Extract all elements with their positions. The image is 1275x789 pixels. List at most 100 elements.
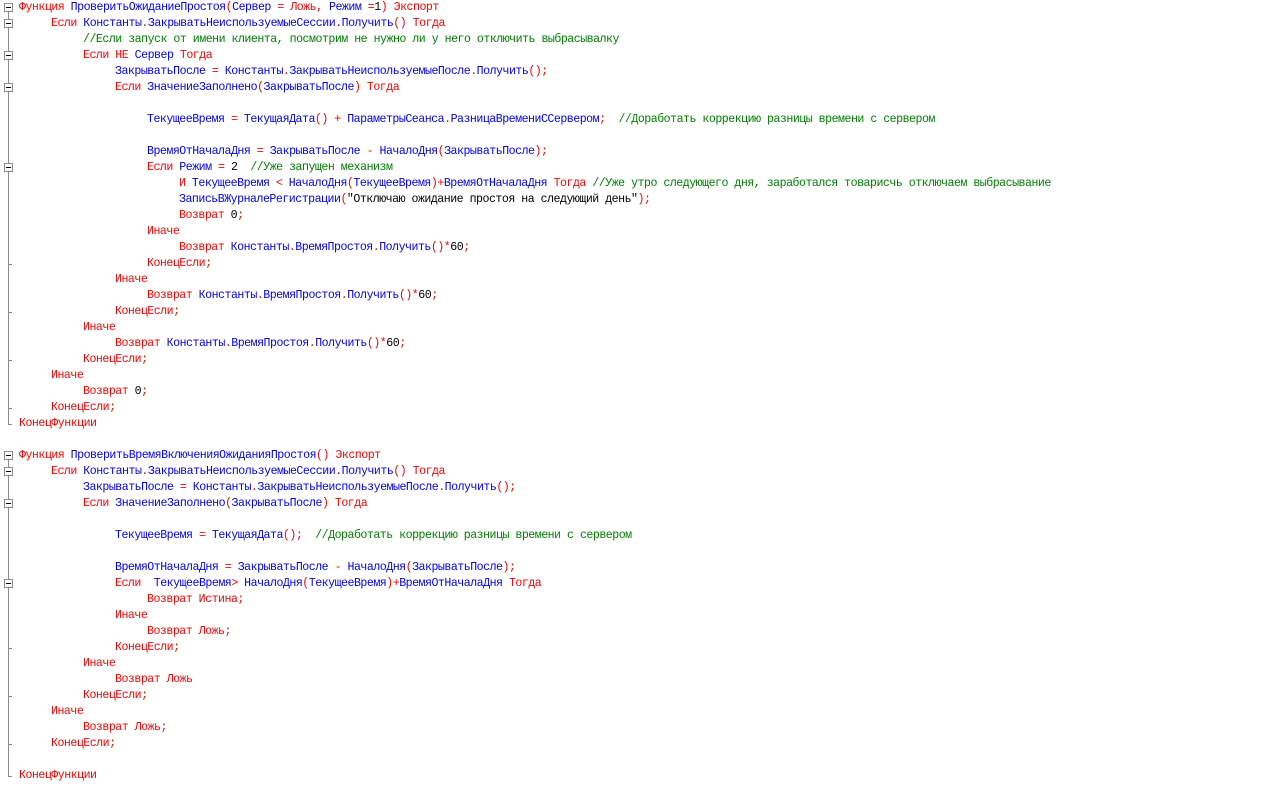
code-line[interactable]: Иначе: [0, 368, 1275, 384]
code-line[interactable]: Возврат Ложь;: [0, 624, 1275, 640]
code-line[interactable]: ТекущееВремя = ТекущаяДата() + Параметры…: [0, 112, 1275, 128]
code-line[interactable]: КонецЕсли;: [0, 256, 1275, 272]
code-token: Тогда: [406, 17, 446, 30]
code-token: Иначе: [83, 657, 116, 670]
code-line[interactable]: Возврат Истина;: [0, 592, 1275, 608]
code-line[interactable]: КонецЕсли;: [0, 304, 1275, 320]
fold-gutter: [0, 544, 18, 560]
fold-gutter: [0, 688, 18, 704]
code-line[interactable]: КонецФункции: [0, 768, 1275, 784]
collapse-icon[interactable]: [4, 499, 13, 508]
code-editor[interactable]: Функция ПроверитьОжиданиеПростоя(Сервер …: [0, 0, 1275, 789]
collapse-icon[interactable]: [4, 467, 13, 476]
code-line[interactable]: Функция ПроверитьОжиданиеПростоя(Сервер …: [0, 0, 1275, 16]
fold-gutter: [0, 144, 18, 160]
code-line[interactable]: Функция ПроверитьВремяВключенияОжиданияП…: [0, 448, 1275, 464]
code-line[interactable]: ВремяОтНачалаДня = ЗакрыватьПосле - Нача…: [0, 560, 1275, 576]
code-token: ТекущаяДата: [205, 529, 284, 542]
code-text: ТекущееВремя = ТекущаяДата() + Параметры…: [147, 112, 935, 128]
code-line[interactable]: Иначе: [0, 272, 1275, 288]
code-token: ЗакрыватьПосле: [263, 145, 367, 158]
code-line[interactable]: Если НЕ Сервер Тогда: [0, 48, 1275, 64]
code-token: КонецЕсли;: [51, 737, 116, 750]
code-line[interactable]: Если ЗначениеЗаполнено(ЗакрыватьПосле) Т…: [0, 80, 1275, 96]
code-line[interactable]: КонецФункции: [0, 416, 1275, 432]
collapse-icon[interactable]: [4, 19, 13, 28]
code-token: ;: [237, 209, 244, 222]
collapse-icon[interactable]: [4, 579, 13, 588]
fold-guide-line: [8, 176, 9, 192]
fold-guide-line: [8, 528, 9, 544]
collapse-icon[interactable]: [4, 83, 13, 92]
fold-guide-line: [8, 544, 9, 560]
code-text: Если ЗначениеЗаполнено(ЗакрыватьПосле) Т…: [83, 496, 368, 512]
code-line[interactable]: Если ЗначениеЗаполнено(ЗакрыватьПосле) Т…: [0, 496, 1275, 512]
code-line[interactable]: Возврат Константы.ВремяПростоя.Получить(…: [0, 336, 1275, 352]
code-token: );: [637, 193, 651, 206]
code-line[interactable]: ЗакрыватьПосле = Константы.ЗакрыватьНеис…: [0, 64, 1275, 80]
code-line[interactable]: Если Константы.ЗакрыватьНеиспользуемыеСе…: [0, 464, 1275, 480]
code-line[interactable]: [0, 752, 1275, 768]
code-line[interactable]: КонецЕсли;: [0, 736, 1275, 752]
code-line[interactable]: Иначе: [0, 320, 1275, 336]
code-text: Возврат Истина;: [147, 592, 244, 608]
code-line[interactable]: Возврат 0;: [0, 384, 1275, 400]
code-line[interactable]: Иначе: [0, 608, 1275, 624]
code-text: ТекущееВремя = ТекущаяДата(); //Доработа…: [115, 528, 632, 544]
code-line[interactable]: Иначе: [0, 224, 1275, 240]
code-line[interactable]: КонецЕсли;: [0, 352, 1275, 368]
code-line[interactable]: [0, 432, 1275, 448]
collapse-icon[interactable]: [4, 451, 13, 460]
code-line[interactable]: КонецЕсли;: [0, 688, 1275, 704]
fold-guide-line: [8, 288, 9, 304]
fold-gutter: [0, 528, 18, 544]
code-token: ЗакрыватьПосле: [231, 561, 335, 574]
code-line[interactable]: Иначе: [0, 656, 1275, 672]
code-line[interactable]: Возврат Ложь: [0, 672, 1275, 688]
code-text: Возврат 0;: [179, 208, 244, 224]
code-text: Иначе: [83, 320, 116, 336]
fold-gutter: [0, 736, 18, 752]
code-line[interactable]: [0, 512, 1275, 528]
fold-guide-line: [8, 656, 9, 672]
code-line[interactable]: //Если запуск от имени клиента, посмотри…: [0, 32, 1275, 48]
fold-gutter: [0, 720, 18, 736]
code-token: ();: [282, 529, 303, 542]
code-line[interactable]: Возврат Ложь;: [0, 720, 1275, 736]
fold-gutter: [0, 352, 18, 368]
code-line[interactable]: КонецЕсли;: [0, 640, 1275, 656]
fold-gutter: [0, 752, 18, 768]
code-token: )+: [430, 177, 444, 190]
code-line[interactable]: КонецЕсли;: [0, 400, 1275, 416]
code-line[interactable]: ТекущееВремя = ТекущаяДата(); //Доработа…: [0, 528, 1275, 544]
code-token: ВремяПростоя: [295, 241, 373, 254]
code-line[interactable]: Возврат Константы.ВремяПростоя.Получить(…: [0, 240, 1275, 256]
code-line[interactable]: [0, 96, 1275, 112]
code-line[interactable]: ЗаписьВЖурналеРегистрации("Отключаю ожид…: [0, 192, 1275, 208]
code-token: (): [314, 113, 328, 126]
fold-gutter: [0, 208, 18, 224]
code-line[interactable]: Если Константы.ЗакрыватьНеиспользуемыеСе…: [0, 16, 1275, 32]
code-line[interactable]: Если ТекущееВремя> НачалоДня(ТекущееВрем…: [0, 576, 1275, 592]
fold-gutter: [0, 0, 18, 16]
code-line[interactable]: ЗакрыватьПосле = Константы.ЗакрыватьНеис…: [0, 480, 1275, 496]
code-text: ЗаписьВЖурналеРегистрации("Отключаю ожид…: [179, 192, 651, 208]
code-token: //Уже запущен механизм: [237, 161, 393, 174]
code-line[interactable]: ВремяОтНачалаДня = ЗакрыватьПосле - Нача…: [0, 144, 1275, 160]
code-line[interactable]: Иначе: [0, 704, 1275, 720]
code-line[interactable]: [0, 128, 1275, 144]
code-token: (): [393, 17, 407, 30]
code-text: КонецЕсли;: [147, 256, 212, 272]
code-line[interactable]: Возврат Константы.ВремяПростоя.Получить(…: [0, 288, 1275, 304]
collapse-icon[interactable]: [4, 163, 13, 172]
fold-gutter: [0, 656, 18, 672]
code-line[interactable]: [0, 544, 1275, 560]
fold-gutter: [0, 496, 18, 512]
code-line[interactable]: И ТекущееВремя < НачалоДня(ТекущееВремя)…: [0, 176, 1275, 192]
code-line[interactable]: Если Режим = 2 //Уже запущен механизм: [0, 160, 1275, 176]
collapse-icon[interactable]: [4, 3, 13, 12]
collapse-icon[interactable]: [4, 51, 13, 60]
code-text: КонецЕсли;: [115, 640, 180, 656]
code-line[interactable]: Возврат 0;: [0, 208, 1275, 224]
code-text: Если Константы.ЗакрыватьНеиспользуемыеСе…: [51, 464, 445, 480]
